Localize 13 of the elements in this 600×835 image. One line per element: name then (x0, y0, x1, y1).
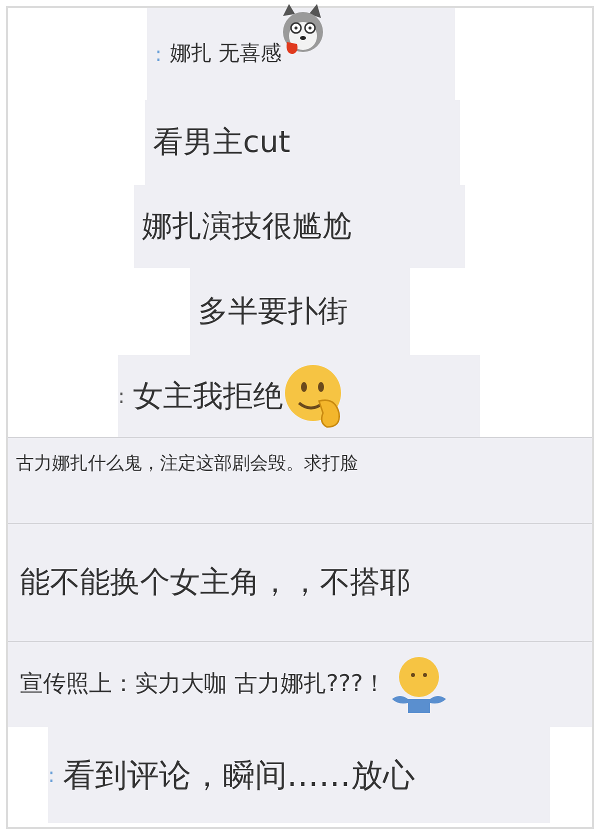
comment-text: 能不能换个女主角，，不搭耶 (20, 564, 410, 602)
comment-text: 娜扎演技很尴尬 (142, 208, 352, 246)
separator-mark: : (155, 41, 162, 68)
comment-text: 娜扎 无喜感 (170, 40, 282, 68)
separator-mark: : (118, 383, 125, 410)
comment-text: 女主我拒绝 (132, 378, 283, 416)
comment-text: 古力娜扎什么鬼，注定这部剧会毁。求打脸 (16, 452, 358, 476)
comment-text: 看男主cut (153, 124, 290, 162)
comment-text: 看到评论，瞬间……放心 (62, 755, 415, 796)
comment-text: 宣传照上：实力大咖 古力娜扎???！ (20, 670, 386, 700)
separator-mark: : (48, 762, 55, 789)
comment-text: 多半要扑街 (198, 293, 348, 331)
shrug-figure-icon (390, 654, 448, 714)
